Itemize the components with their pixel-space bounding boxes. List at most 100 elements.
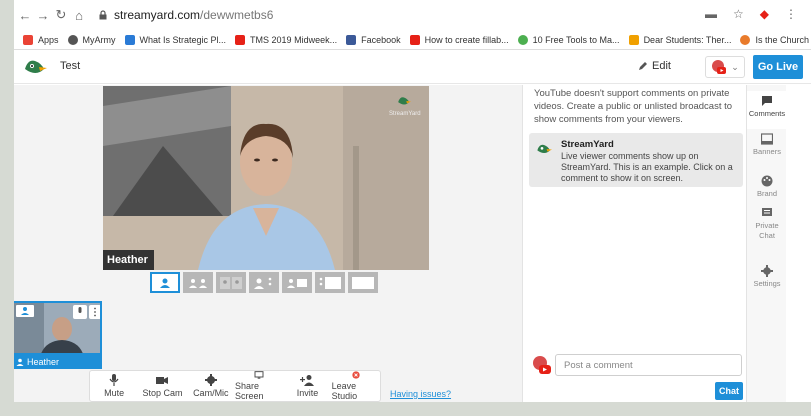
- youtube-icon: [235, 34, 246, 45]
- comment-author: StreamYard: [561, 139, 614, 150]
- bookmark-church[interactable]: Is the Church "Esse...: [740, 34, 811, 45]
- layout-screen[interactable]: [315, 272, 345, 293]
- two-boxes-icon: [220, 276, 242, 289]
- bookmark-favicon: [740, 34, 751, 45]
- participant-name-tag: Heather: [103, 250, 154, 270]
- chevron-down-icon: ⌄: [731, 61, 739, 72]
- bookmark-myarmy[interactable]: MyArmy: [67, 34, 116, 45]
- reload-icon[interactable]: ↻: [54, 7, 68, 23]
- mute-button[interactable]: Mute: [90, 371, 138, 401]
- bookmark-fillable[interactable]: How to create fillab...: [409, 34, 509, 45]
- youtube-account-icon: [533, 356, 551, 374]
- two-people-icon: [189, 278, 207, 288]
- cam-mic-settings-button[interactable]: Cam/Mic: [187, 371, 235, 401]
- blank-layout-icon: [352, 276, 374, 289]
- youtube-comments-notice: YouTube doesn't support comments on priv…: [534, 88, 733, 125]
- layout-blank[interactable]: [348, 272, 378, 293]
- group-icon: [254, 277, 272, 289]
- streamyard-watermark-icon: [398, 97, 411, 105]
- rail-comments[interactable]: Comments: [747, 91, 787, 129]
- edit-button[interactable]: Edit: [638, 60, 671, 72]
- bookmark-facebook[interactable]: Facebook: [346, 34, 401, 45]
- url-field[interactable]: streamyard.com/dewwmetbs6: [98, 8, 273, 22]
- back-icon[interactable]: ←: [18, 8, 32, 23]
- bookmark-strategic[interactable]: What Is Strategic Pl...: [124, 34, 226, 45]
- edit-label: Edit: [652, 60, 671, 72]
- layout-group[interactable]: [249, 272, 279, 293]
- banner-icon: [761, 133, 773, 145]
- star-icon[interactable]: ☆: [733, 7, 744, 21]
- myarmy-icon: [67, 34, 78, 45]
- comments-panel: YouTube doesn't support comments on priv…: [522, 85, 746, 402]
- bookmark-free-tools[interactable]: 10 Free Tools to Ma...: [517, 34, 620, 45]
- bookmark-dear-students[interactable]: Dear Students: Ther...: [628, 34, 731, 45]
- person-icon: [16, 358, 24, 366]
- participant-thumbnail[interactable]: [14, 301, 102, 355]
- stop-cam-button[interactable]: Stop Cam: [138, 371, 186, 401]
- address-bar-row: ← → ↻ ⌂ streamyard.com/dewwmetbs6 ▬ ☆ ◆ …: [14, 0, 811, 30]
- bookmark-favicon: [628, 34, 639, 45]
- layout-presenter[interactable]: [282, 272, 312, 293]
- streamyard-avatar-icon: [537, 144, 552, 153]
- facebook-icon: [346, 34, 357, 45]
- rail-banners[interactable]: Banners: [747, 133, 787, 156]
- invite-button[interactable]: Invite: [283, 371, 331, 401]
- leave-studio-button[interactable]: Leave Studio: [332, 371, 380, 401]
- layout-split-boxed[interactable]: [216, 272, 246, 293]
- stage-watermark: StreamYard: [389, 94, 421, 120]
- thumbnail-name-bar: Heather: [14, 355, 102, 369]
- go-live-button[interactable]: Go Live: [753, 55, 803, 79]
- pencil-icon: [639, 62, 647, 70]
- destination-selector[interactable]: ⌄: [705, 56, 745, 78]
- bookmarks-bar: Apps MyArmy What Is Strategic Pl... TMS …: [14, 30, 811, 50]
- cast-icon[interactable]: ▬: [705, 7, 717, 21]
- layout-solo[interactable]: [150, 272, 180, 293]
- add-person-icon: [300, 375, 315, 386]
- thumbnail-name: Heather: [27, 357, 60, 367]
- apps-icon: [23, 34, 33, 45]
- browser-actions: ▬ ☆ ◆ ⋮: [705, 7, 797, 21]
- layout-selector: [150, 272, 378, 293]
- comment-text: Live viewer comments show up on StreamYa…: [561, 151, 733, 183]
- lock-icon: [99, 10, 107, 20]
- share-screen-button[interactable]: Share Screen: [235, 371, 283, 401]
- post-comment-input[interactable]: Post a comment: [555, 354, 742, 376]
- mic-icon: [109, 374, 119, 386]
- youtube-destination-icon: [712, 60, 727, 74]
- bookmark-apps[interactable]: Apps: [23, 34, 59, 45]
- url-path: /dewwmetbs6: [200, 8, 274, 22]
- chat-icon: [762, 208, 772, 216]
- broadcast-name: Test: [60, 60, 81, 72]
- watermark-text: StreamYard: [389, 111, 421, 117]
- comment-icon: [762, 96, 772, 106]
- home-icon[interactable]: ⌂: [72, 8, 86, 23]
- slide-backdrop-bottom: [0, 402, 811, 416]
- forward-icon[interactable]: →: [36, 8, 50, 23]
- rail-settings[interactable]: Settings: [747, 265, 787, 288]
- bookmark-tms[interactable]: TMS 2019 Midweek...: [235, 34, 337, 45]
- browser-window: ← → ↻ ⌂ streamyard.com/dewwmetbs6 ▬ ☆ ◆ …: [14, 0, 811, 402]
- participant-video-frame: [103, 86, 429, 270]
- gear-icon: [761, 265, 773, 277]
- person-icon: [160, 278, 170, 288]
- studio-controls: Mute Stop Cam Cam/Mic Share Screen Invit…: [89, 370, 381, 402]
- gear-icon: [204, 374, 217, 386]
- having-issues-link[interactable]: Having issues?: [390, 389, 451, 399]
- thumbnail-video: [14, 303, 100, 353]
- chat-button[interactable]: Chat: [715, 382, 743, 400]
- rail-brand[interactable]: Brand: [747, 175, 787, 198]
- palette-icon: [761, 175, 773, 187]
- screen-share-layout-icon: [319, 276, 341, 289]
- url-host: streamyard.com: [114, 8, 201, 22]
- bookmark-favicon: [124, 34, 135, 45]
- menu-icon[interactable]: ⋮: [785, 7, 797, 21]
- layout-split[interactable]: [183, 272, 213, 293]
- streamyard-logo-icon[interactable]: [22, 55, 48, 79]
- monitor-icon: [254, 371, 264, 379]
- example-comment[interactable]: StreamYard Live viewer comments show up …: [529, 133, 743, 187]
- stage-video: StreamYard Heather: [103, 86, 429, 270]
- extension-icon[interactable]: ◆: [760, 7, 769, 21]
- rail-private-chat[interactable]: Private Chat: [747, 207, 787, 241]
- close-circle-icon: [352, 371, 360, 379]
- camera-icon: [156, 377, 169, 384]
